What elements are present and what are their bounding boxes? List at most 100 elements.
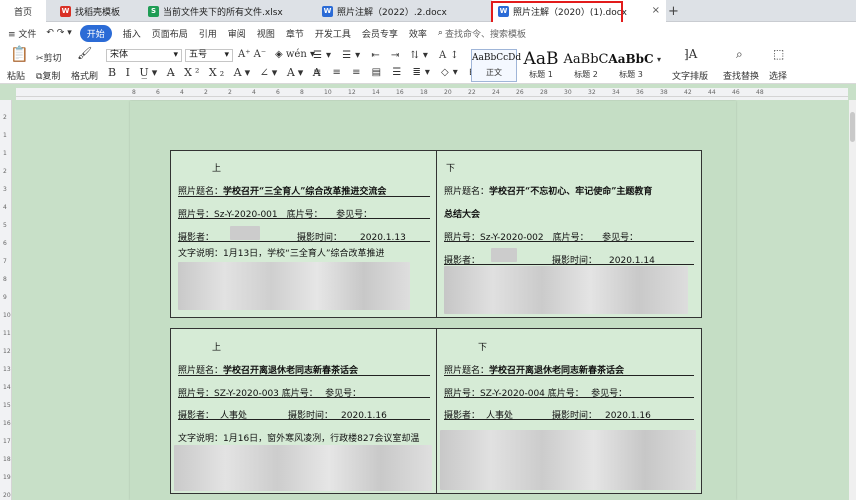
tab-insert[interactable]: 插入 — [123, 27, 141, 40]
tab-label: 当前文件夹下的所有文件.xlsx — [163, 7, 283, 18]
ruler-mark: 2 — [3, 114, 7, 121]
ruler-mark: 18 — [420, 89, 428, 96]
tab-developer[interactable]: 开发工具 — [315, 27, 351, 40]
text-layout-icon[interactable]: ⁆A — [684, 48, 697, 60]
ruler-mark: 10 — [324, 89, 332, 96]
style-normal[interactable]: AaBbCcDd 正文 — [471, 49, 521, 82]
style-preview: AaBbC — [563, 52, 609, 67]
redacted-description — [444, 266, 688, 314]
underline — [178, 397, 430, 398]
ruler-mark: 1 — [3, 132, 7, 139]
underline — [444, 419, 694, 420]
tab-xlsx[interactable]: S 当前文件夹下的所有文件.xlsx — [142, 0, 314, 22]
description-text: 文字说明：1月16日，窗外寒风凌冽，行政楼827会议室却温 — [178, 434, 420, 444]
style-heading2[interactable]: AaBbC 标题 2 — [563, 49, 609, 80]
font-name-select[interactable]: 宋体 ▾ — [106, 49, 182, 62]
close-tab-icon[interactable]: × — [652, 5, 660, 16]
redacted-description — [440, 430, 696, 490]
ruler-mark: 7 — [3, 258, 7, 265]
word-doc-icon: W — [322, 5, 333, 17]
ruler-mark: 2 — [228, 89, 232, 96]
paste-icon[interactable]: 📋 — [10, 47, 29, 62]
font-size-select[interactable]: 五号 ▾ — [185, 49, 233, 62]
underline — [444, 375, 694, 376]
clear-format-icon[interactable]: ◈ wén ▾ — [275, 49, 315, 61]
ruler-mark: 6 — [276, 89, 280, 96]
ruler-mark: 30 — [564, 89, 572, 96]
ruler-mark: 8 — [3, 276, 7, 283]
align-icons[interactable]: ≡ ≡ ≡ ▤ ☰ ≣▾ ◇▾ ⊞▾ — [313, 67, 490, 79]
menu-file[interactable]: ≡ 文件 — [8, 27, 36, 40]
ruler-mark: 2 — [204, 89, 208, 96]
tab-template[interactable]: W 找稻壳模板 — [54, 0, 140, 22]
tab-view[interactable]: 视图 — [257, 27, 275, 40]
style-heading1[interactable]: AaB 标题 1 — [518, 49, 564, 80]
text-layout-button[interactable]: 文字排版 — [672, 69, 708, 82]
redacted-block — [491, 248, 517, 262]
list-icons[interactable]: ☰▾ ☰▾ ⇤ ⇥ ⇅▾ A↕ ↵ — [313, 50, 482, 62]
redacted-block — [230, 226, 260, 240]
wps-template-icon: W — [60, 5, 71, 17]
tab-review[interactable]: 审阅 — [228, 27, 246, 40]
styles-expand-icon[interactable]: ▾ — [657, 54, 661, 66]
ruler-mark: 34 — [612, 89, 620, 96]
format-painter-icon[interactable]: 🖌 — [77, 47, 92, 59]
copy-button[interactable]: ⧉复制 — [36, 69, 60, 82]
tab-section[interactable]: 章节 — [286, 27, 304, 40]
select-button[interactable]: 选择 — [769, 69, 787, 82]
tab-docx-2022[interactable]: W 照片注解（2022）.2.docx — [316, 0, 490, 22]
chevron-down-icon: ▾ — [224, 50, 229, 60]
format-painter-button[interactable]: 格式刷 — [71, 69, 98, 82]
photo-title-cont: 总结大会 — [444, 210, 481, 220]
style-preview: AaB — [523, 49, 559, 69]
underline — [178, 375, 430, 376]
tab-member[interactable]: 会员专享 — [362, 27, 398, 40]
tab-docx-2020-active[interactable]: W 照片注解（2020）(1).docx × — [492, 0, 666, 22]
ruler-mark: 15 — [3, 402, 11, 409]
tab-references[interactable]: 引用 — [199, 27, 217, 40]
underline — [444, 241, 694, 242]
tab-label: 照片注解（2022）.2.docx — [337, 7, 447, 18]
find-replace-button[interactable]: 查找替换 — [723, 69, 759, 82]
ruler-mark: 44 — [708, 89, 716, 96]
underline — [178, 196, 430, 197]
select-icon[interactable]: ⬚ — [773, 48, 784, 60]
ruler-mark: 20 — [3, 492, 11, 499]
word-doc-icon: W — [498, 5, 509, 17]
ruler-mark: 8 — [300, 89, 304, 96]
cut-button[interactable]: ✂剪切 — [36, 51, 62, 64]
vertical-scrollbar[interactable] — [849, 100, 856, 500]
ruler-mark: 4 — [3, 204, 7, 211]
command-search-input[interactable]: 查找命令、搜索模板 — [445, 27, 526, 40]
paste-button[interactable]: 粘贴 — [7, 69, 25, 82]
tab-efficiency[interactable]: 效率 — [409, 27, 427, 40]
ruler-mark: 6 — [3, 240, 7, 247]
font-grow-icon[interactable]: A⁺ A⁻ — [238, 49, 266, 61]
ruler-mark: 22 — [468, 89, 476, 96]
ruler-mark: 1 — [3, 150, 7, 157]
document-tab-bar: 首页 W 找稻壳模板 S 当前文件夹下的所有文件.xlsx W 照片注解（202… — [0, 0, 856, 24]
tab-home[interactable]: 首页 — [0, 0, 46, 22]
style-label: 标题 3 — [619, 70, 643, 79]
style-heading3[interactable]: AaBbC 标题 3 — [608, 49, 654, 80]
find-replace-icon[interactable]: ⌕ — [736, 48, 743, 60]
style-preview: AaBbC — [608, 52, 654, 66]
title-label: 照片题名： — [444, 187, 490, 197]
style-label: 标题 1 — [529, 70, 553, 79]
ruler-mark: 10 — [3, 312, 11, 319]
description-text: 文字说明：1月13日，学校“三全育人”综合改革推进 — [178, 249, 385, 259]
ruler-mark: 5 — [3, 222, 7, 229]
tab-page-layout[interactable]: 页面布局 — [152, 27, 188, 40]
ruler-mark: 26 — [516, 89, 524, 96]
ruler-mark: 9 — [3, 294, 7, 301]
font-style-icons[interactable]: B I U̲▾ A̶ X² X₂ A▾ ∠▾ A▾ A — [108, 67, 324, 79]
tab-label: 找稻壳模板 — [75, 7, 121, 18]
style-label: 标题 2 — [574, 70, 598, 79]
tab-start[interactable]: 开始 — [79, 24, 112, 42]
ribbon-tab-row: ≡ 文件 ↶ ↷ ▾ 开始 插入 页面布局 引用 审阅 视图 章节 开发工具 会… — [0, 22, 856, 44]
ribbon-toolbar: 📋 粘贴 ✂剪切 ⧉复制 🖌 格式刷 宋体 ▾ 五号 ▾ A⁺ A⁻ ◈ wén ▾… — [0, 44, 856, 84]
scrollbar-thumb[interactable] — [850, 112, 855, 142]
undo-icon[interactable]: ↶ ↷ ▾ — [46, 28, 71, 38]
new-tab-button[interactable]: + — [668, 0, 682, 22]
ruler-mark: 2 — [3, 168, 7, 175]
